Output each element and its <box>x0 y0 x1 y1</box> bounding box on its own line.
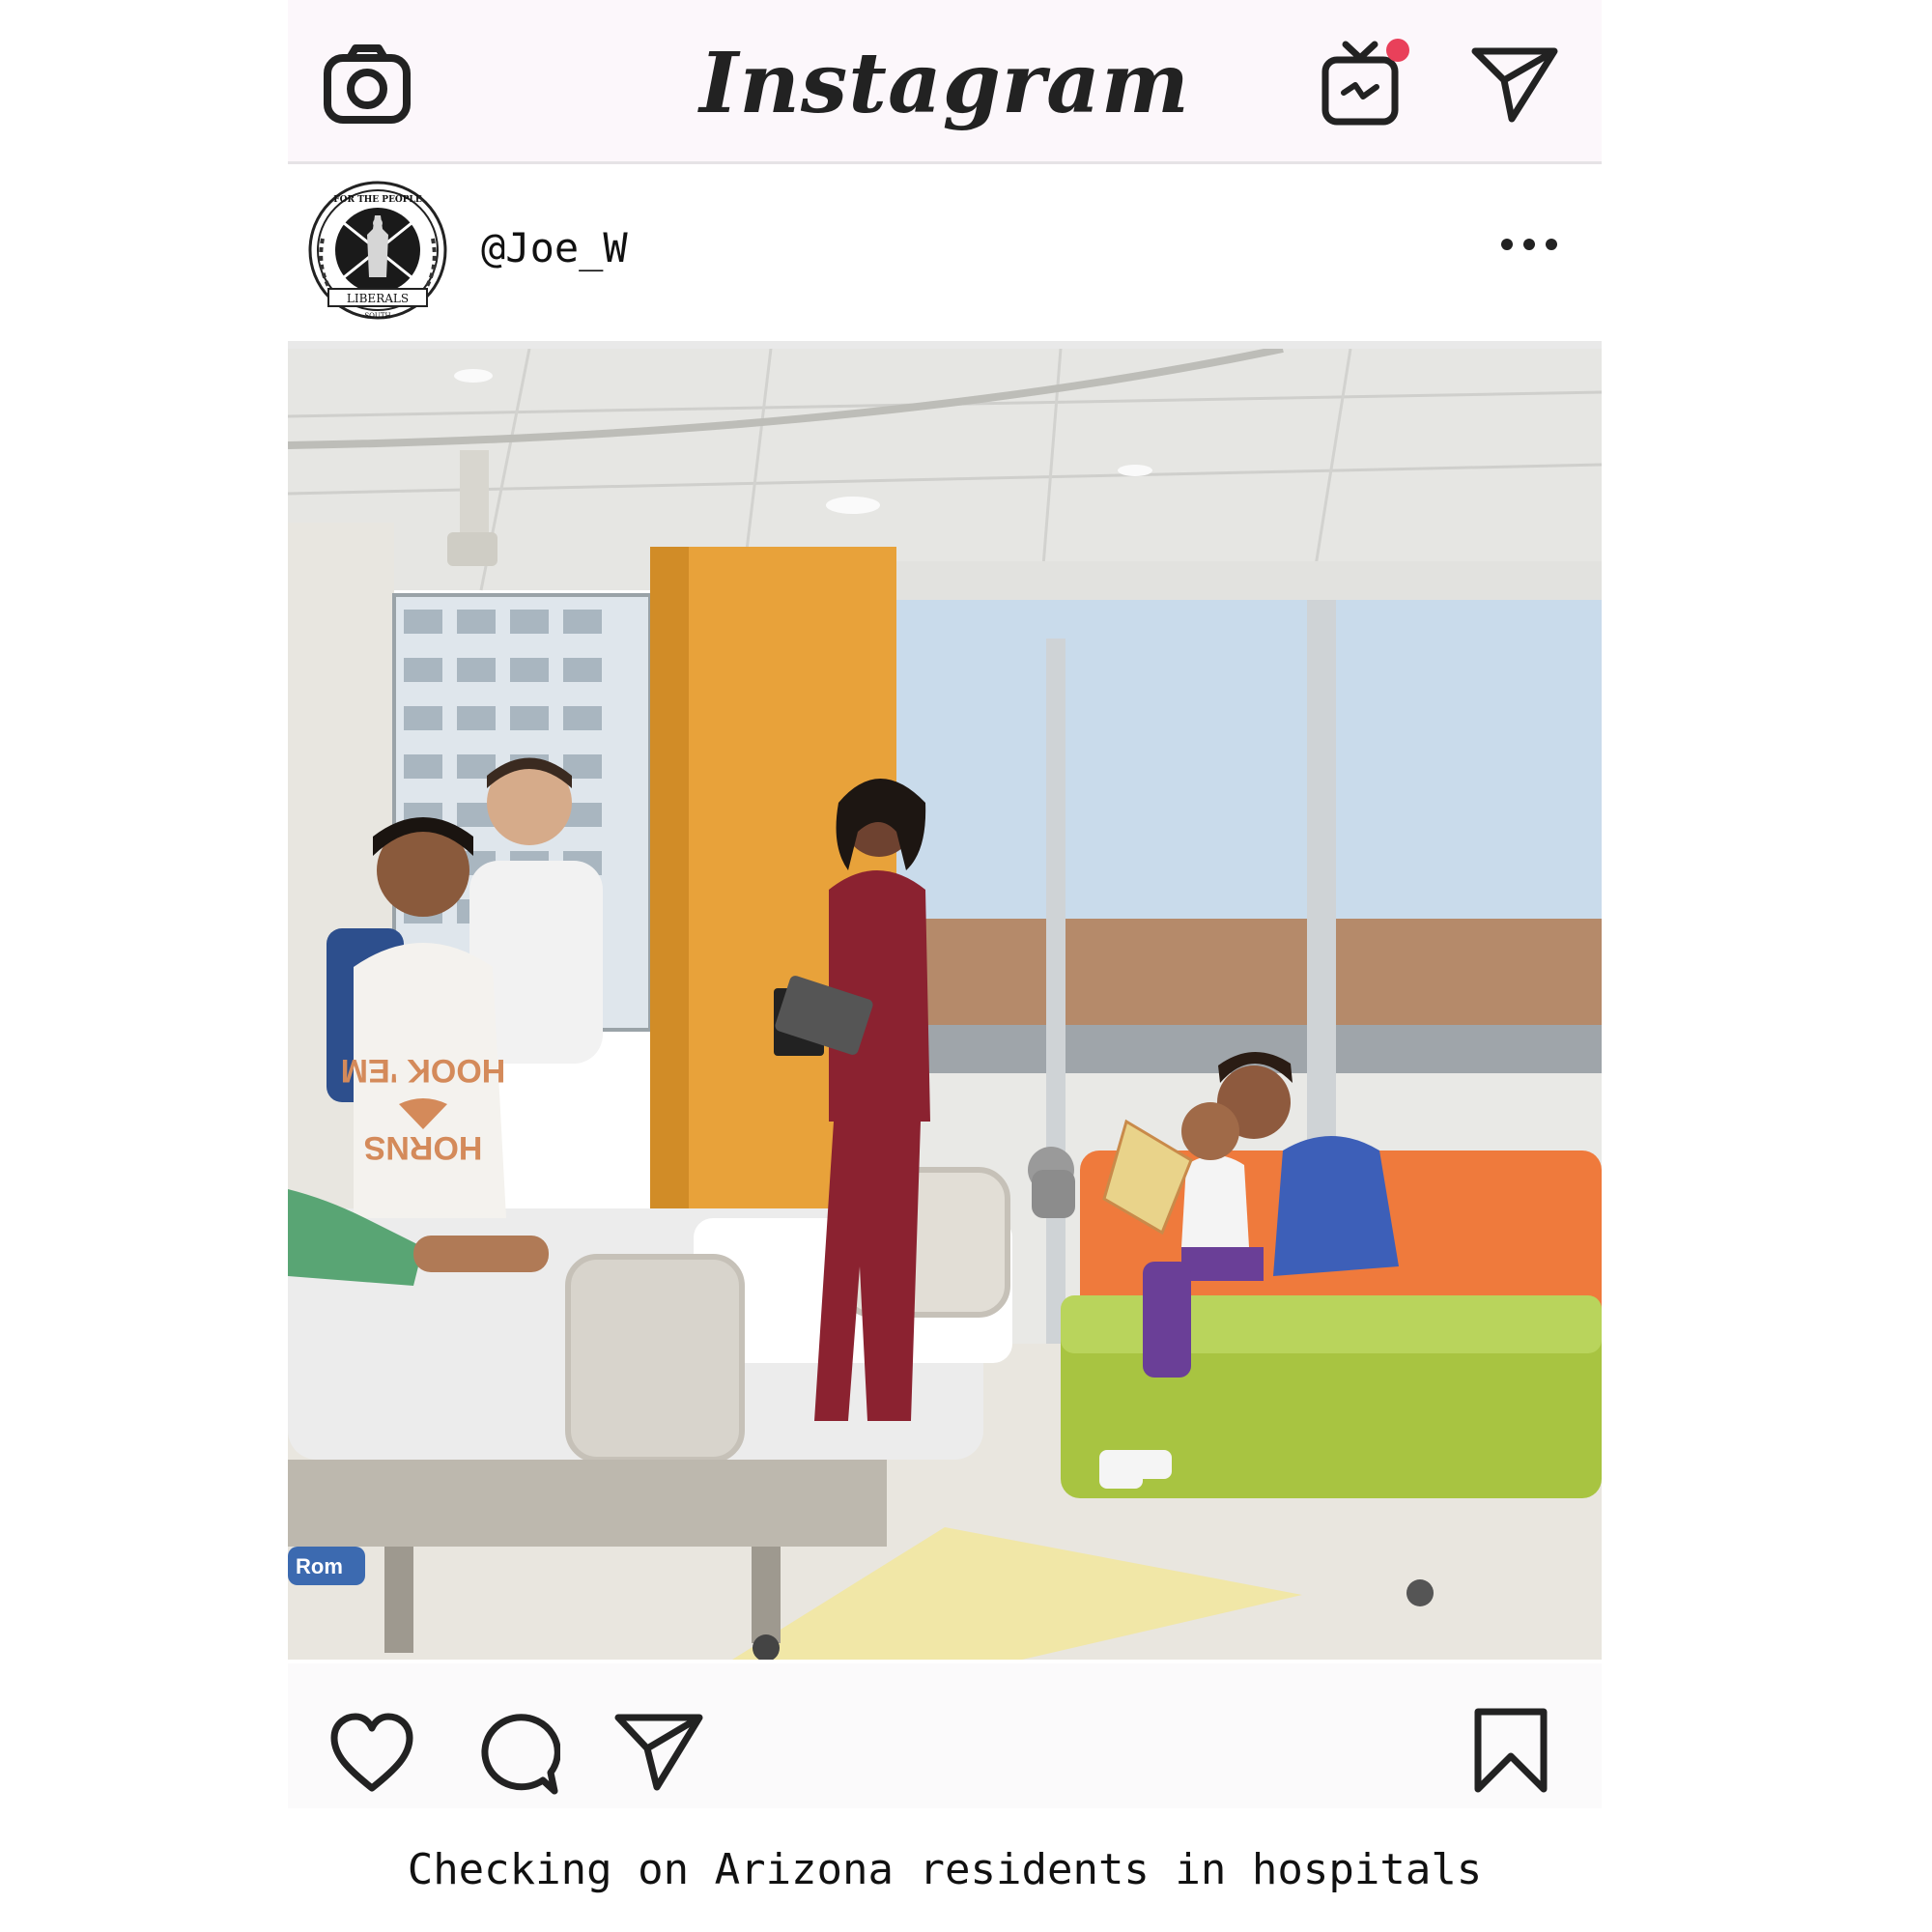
avatar-seal-bottom-text: SOUTH <box>364 312 390 320</box>
paper-plane-icon[interactable] <box>614 1712 703 1791</box>
igtv-icon[interactable] <box>1321 37 1413 129</box>
heart-icon[interactable] <box>328 1711 415 1794</box>
bed-brand-label: Rom <box>296 1554 343 1578</box>
top-bar: Instagram <box>288 0 1602 164</box>
notification-dot <box>1386 39 1409 62</box>
paper-plane-icon[interactable] <box>1471 45 1558 123</box>
instagram-post: Instagram FOR THE PEOPLE LIBERALS SOUTH <box>288 0 1602 1932</box>
avatar-seal-banner-text: LIBERALS <box>347 292 409 305</box>
username[interactable]: @Joe_W <box>481 224 628 271</box>
comment-icon[interactable] <box>473 1711 560 1798</box>
shirt-text-line2: HORNS <box>364 1129 483 1166</box>
post-caption: Checking on Arizona residents in hospita… <box>407 1845 1483 1894</box>
avatar[interactable]: FOR THE PEOPLE LIBERALS SOUTH <box>305 181 450 326</box>
avatar-seal-top-text: FOR THE PEOPLE <box>333 195 422 205</box>
post-header: FOR THE PEOPLE LIBERALS SOUTH @Joe_W <box>288 164 1602 349</box>
bookmark-icon[interactable] <box>1472 1708 1549 1795</box>
post-photo[interactable]: Rom HOOK 'EM HORNS <box>288 349 1602 1660</box>
more-options-button[interactable] <box>1495 230 1563 259</box>
action-bar <box>288 1663 1602 1808</box>
shirt-text-line1: HOOK 'EM <box>341 1052 506 1089</box>
